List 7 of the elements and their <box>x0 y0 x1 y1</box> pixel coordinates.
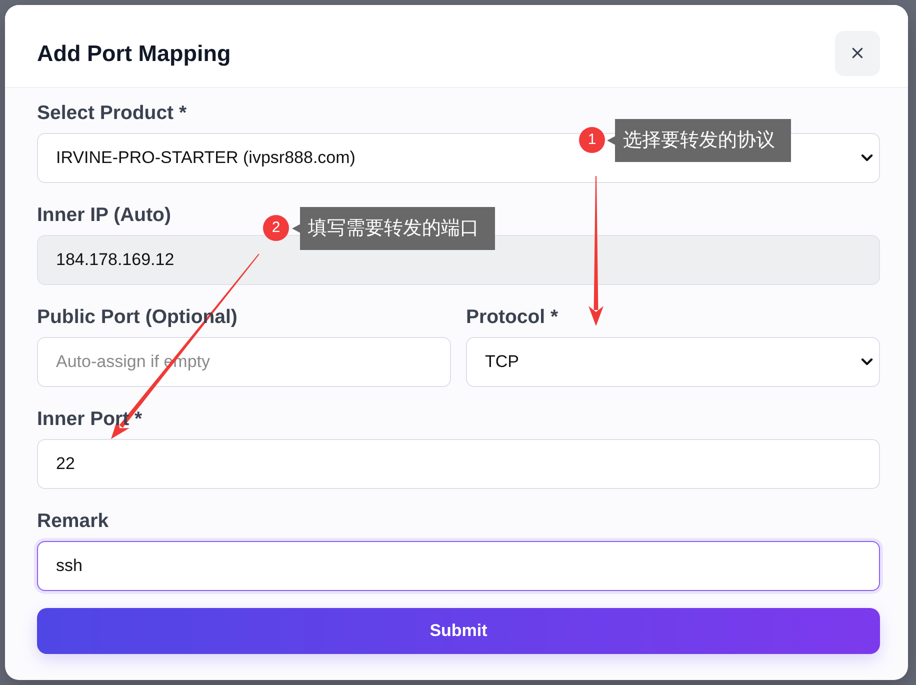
field-label: Select Product * <box>37 103 187 123</box>
annotation-tooltip: 填写需要转发的端口 <box>292 207 495 250</box>
field-label: Protocol * <box>466 307 558 327</box>
field-label: Remark <box>37 511 109 531</box>
field-label: Inner IP (Auto) <box>37 205 171 225</box>
dialog-title: Add Port Mapping <box>37 40 231 68</box>
annotation-tooltip: 选择要转发的协议 <box>607 119 791 162</box>
